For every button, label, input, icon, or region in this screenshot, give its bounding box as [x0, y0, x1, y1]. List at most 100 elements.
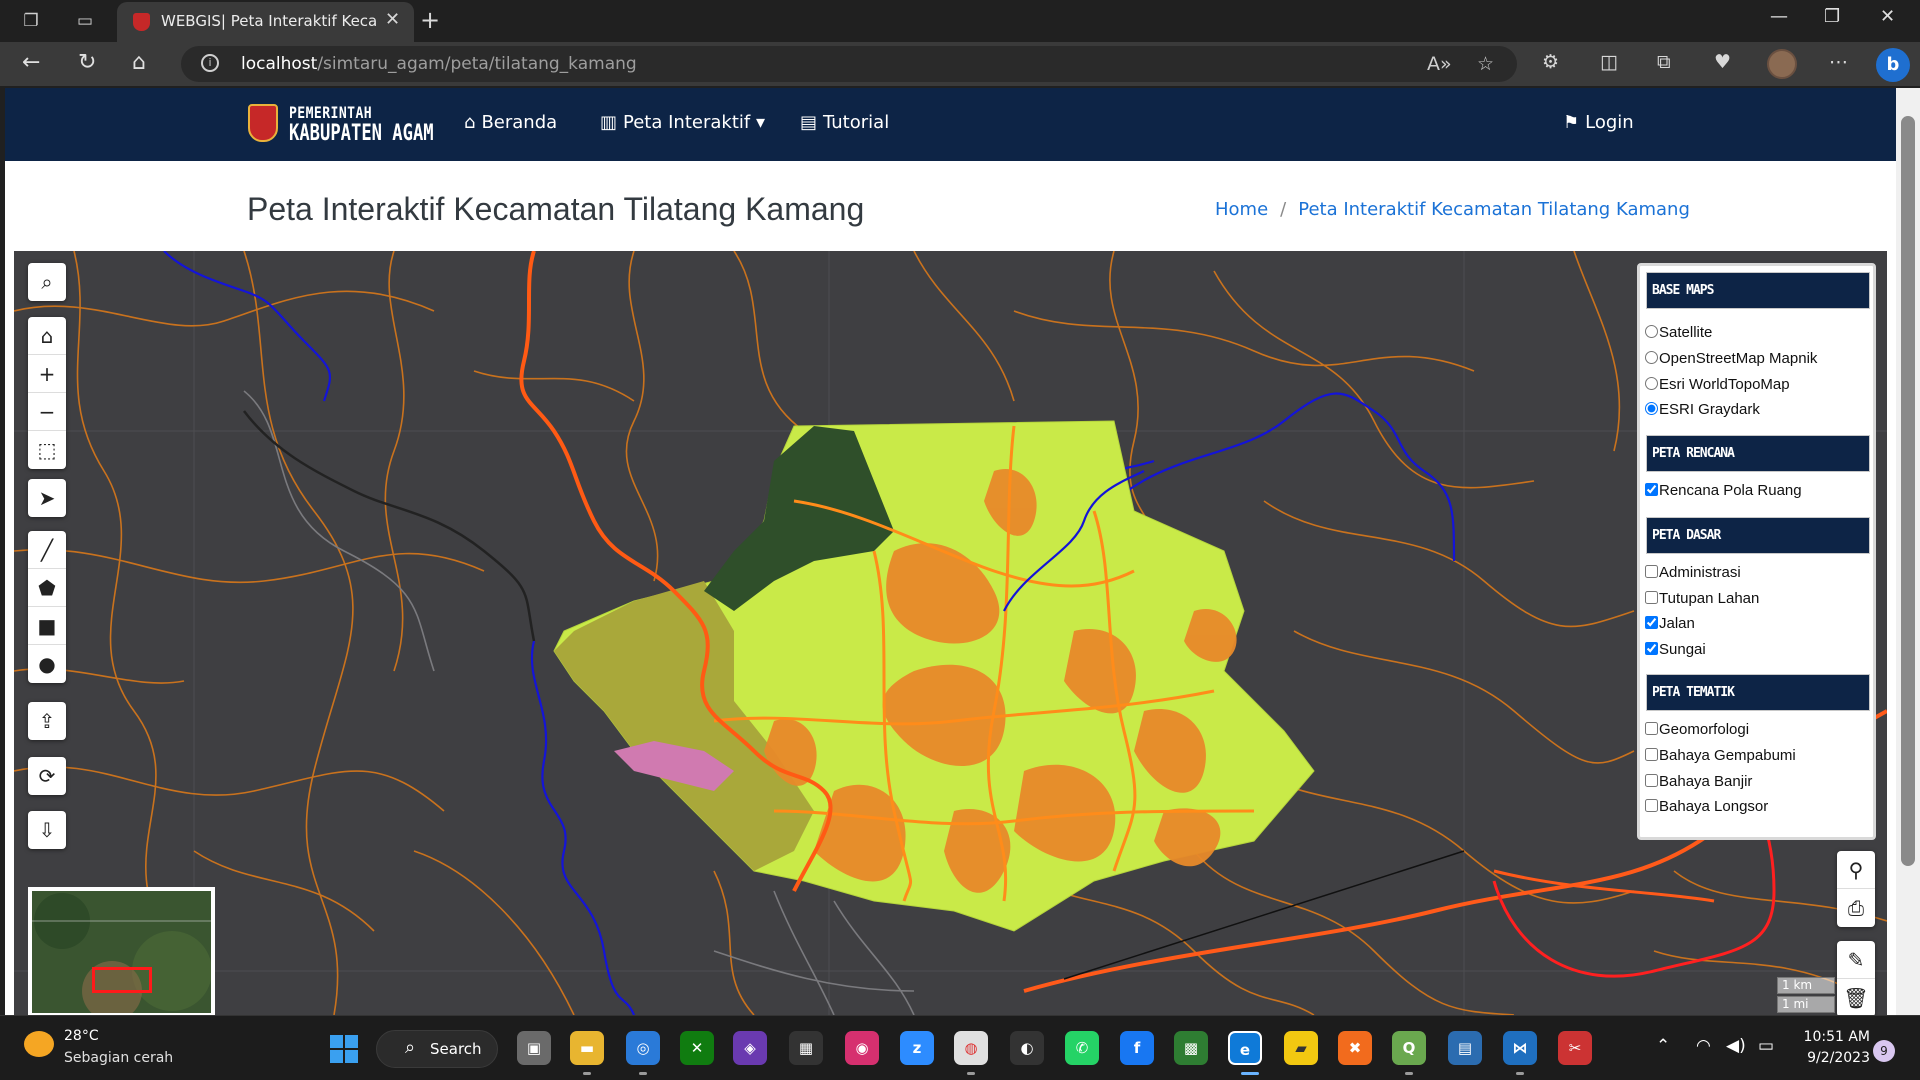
new-tab-button[interactable]: +: [420, 6, 440, 34]
collections-icon[interactable]: ⧉: [1657, 51, 1671, 73]
copilot-icon[interactable]: b: [1876, 48, 1910, 82]
checkbox-administrasi[interactable]: [1645, 565, 1658, 578]
radio-esri-topo[interactable]: [1645, 377, 1658, 390]
taskbar-search[interactable]: ⌕ Search: [376, 1030, 498, 1068]
app-icon[interactable]: ◈: [733, 1031, 767, 1065]
snipping-tool-icon[interactable]: ✂: [1558, 1031, 1592, 1065]
back-icon[interactable]: ←: [22, 50, 40, 75]
terminal-icon[interactable]: ▦: [789, 1031, 823, 1065]
browser-tab-active[interactable]: WEBGIS| Peta Interaktif Kecamatan Tilata…: [117, 2, 414, 42]
wifi-icon[interactable]: ◠: [1696, 1036, 1711, 1056]
weather-temperature[interactable]: 28°C: [64, 1028, 99, 1044]
xbox-icon[interactable]: ✕: [680, 1031, 714, 1065]
zoom-box-icon[interactable]: ⬚: [28, 431, 66, 469]
map-marker-icon[interactable]: ⚲: [1837, 851, 1875, 889]
maps-app-icon[interactable]: ◎: [626, 1031, 660, 1065]
home-extent-icon[interactable]: ⌂: [28, 317, 66, 355]
checkbox-bahaya-longsor[interactable]: [1645, 799, 1658, 812]
address-bar[interactable]: i localhost/simtaru_agam/peta/tilatang_k…: [181, 46, 1517, 82]
layer-tutupan-lahan[interactable]: Tutupan Lahan: [1645, 590, 1759, 607]
battery-icon[interactable]: ▭: [1758, 1036, 1774, 1056]
layer-bahaya-longsor[interactable]: Bahaya Longsor: [1645, 798, 1768, 815]
layer-administrasi[interactable]: Administrasi: [1645, 564, 1741, 581]
delete-layers-icon[interactable]: 🗑: [1837, 979, 1875, 1015]
overview-minimap[interactable]: [28, 887, 215, 1015]
radio-osm[interactable]: [1645, 351, 1658, 364]
instagram-icon[interactable]: ◉: [845, 1031, 879, 1065]
draw-circle-icon[interactable]: ●: [28, 645, 66, 683]
base-map-osm[interactable]: OpenStreetMap Mapnik: [1645, 350, 1817, 367]
checkbox-bahaya-gempabumi[interactable]: [1645, 748, 1658, 761]
draw-polyline-icon[interactable]: ╱: [28, 531, 66, 569]
task-view-icon[interactable]: ▣: [517, 1031, 551, 1065]
layer-jalan[interactable]: Jalan: [1645, 615, 1695, 632]
layer-rencana-pola-ruang[interactable]: Rencana Pola Ruang: [1645, 482, 1802, 499]
sticky-notes-icon[interactable]: ▰: [1284, 1031, 1318, 1065]
clock[interactable]: 10:51 AM 9/2/2023: [1790, 1027, 1870, 1069]
notification-badge[interactable]: 9: [1873, 1040, 1895, 1062]
tab-actions-icon[interactable]: ▭: [72, 8, 98, 34]
chrome-icon[interactable]: ◍: [954, 1031, 988, 1065]
radio-satellite[interactable]: [1645, 325, 1658, 338]
profile-avatar[interactable]: [1767, 49, 1797, 79]
zoom-icon[interactable]: z: [900, 1031, 934, 1065]
qgis-map-icon[interactable]: ▩: [1174, 1031, 1208, 1065]
window-close-icon[interactable]: ✕: [1880, 6, 1895, 27]
download-icon[interactable]: ⇩: [28, 811, 66, 849]
locate-arrow-icon[interactable]: ➤: [28, 479, 66, 517]
restore-icon[interactable]: ❐: [1824, 6, 1840, 27]
checkbox-tutupan-lahan[interactable]: [1645, 591, 1658, 604]
layer-bahaya-banjir[interactable]: Bahaya Banjir: [1645, 773, 1752, 790]
home-icon[interactable]: ⌂: [132, 50, 146, 75]
start-button[interactable]: [330, 1035, 358, 1063]
zoom-out-button[interactable]: −: [28, 393, 66, 431]
draw-rectangle-icon[interactable]: ■: [28, 607, 66, 645]
favorite-star-icon[interactable]: ☆: [1477, 53, 1494, 75]
extensions-icon[interactable]: ⚙: [1542, 51, 1559, 73]
checkbox-rencana-pola-ruang[interactable]: [1645, 483, 1658, 496]
workspaces-icon[interactable]: ❐: [18, 8, 44, 34]
facebook-icon[interactable]: f: [1120, 1031, 1154, 1065]
edge-icon[interactable]: e: [1228, 1031, 1262, 1065]
layer-sungai[interactable]: Sungai: [1645, 641, 1706, 658]
xampp-icon[interactable]: ✖: [1338, 1031, 1372, 1065]
nav-tutorial[interactable]: ▤ Tutorial: [800, 112, 889, 133]
volume-icon[interactable]: ◀): [1726, 1036, 1746, 1056]
draw-polygon-icon[interactable]: ⬟: [28, 569, 66, 607]
split-screen-icon[interactable]: ◫: [1600, 51, 1618, 73]
tray-chevron-up-icon[interactable]: ⌃: [1656, 1036, 1670, 1056]
weather-partly-sunny-icon[interactable]: [24, 1031, 54, 1057]
page-scrollbar-thumb[interactable]: [1901, 116, 1915, 866]
checkbox-bahaya-banjir[interactable]: [1645, 774, 1658, 787]
zoom-in-button[interactable]: +: [28, 355, 66, 393]
address-url[interactable]: localhost/simtaru_agam/peta/tilatang_kam…: [241, 54, 637, 74]
refresh-icon[interactable]: ⟳: [28, 757, 66, 795]
nav-peta-interaktif[interactable]: ▥ Peta Interaktif ▾: [600, 112, 765, 133]
more-options-icon[interactable]: ⋯: [1829, 51, 1848, 73]
whatsapp-icon[interactable]: ✆: [1065, 1031, 1099, 1065]
file-explorer-icon[interactable]: ▬: [570, 1031, 604, 1065]
qgis-icon[interactable]: Q: [1392, 1031, 1426, 1065]
breadcrumb-home[interactable]: Home: [1215, 199, 1268, 220]
base-map-esri-topo[interactable]: Esri WorldTopoMap: [1645, 376, 1790, 393]
radio-esri-graydark[interactable]: [1645, 402, 1658, 415]
notepad-icon[interactable]: ▤: [1448, 1031, 1482, 1065]
checkbox-jalan[interactable]: [1645, 616, 1658, 629]
reload-icon[interactable]: ↻: [78, 50, 96, 75]
nav-beranda[interactable]: ⌂ Beranda: [464, 112, 557, 133]
base-map-satellite[interactable]: Satellite: [1645, 324, 1712, 341]
map-canvas[interactable]: [14, 251, 1887, 1015]
map-search-icon[interactable]: ⌕: [28, 263, 66, 301]
minimap-viewport-box[interactable]: [92, 967, 152, 993]
checkbox-geomorfologi[interactable]: [1645, 722, 1658, 735]
vscode-icon[interactable]: ⋈: [1503, 1031, 1537, 1065]
upload-icon[interactable]: ⇪: [28, 702, 66, 740]
layer-bahaya-gempabumi[interactable]: Bahaya Gempabumi: [1645, 747, 1796, 764]
base-map-esri-graydark[interactable]: ESRI Graydark: [1645, 401, 1760, 418]
weather-condition[interactable]: Sebagian cerah: [64, 1050, 173, 1066]
checkbox-sungai[interactable]: [1645, 642, 1658, 655]
app-icon-2[interactable]: ◐: [1010, 1031, 1044, 1065]
page-scrollbar[interactable]: [1896, 88, 1920, 1015]
breadcrumb-current[interactable]: Peta Interaktif Kecamatan Tilatang Kaman…: [1298, 199, 1690, 220]
print-icon[interactable]: ⎙: [1837, 889, 1875, 927]
